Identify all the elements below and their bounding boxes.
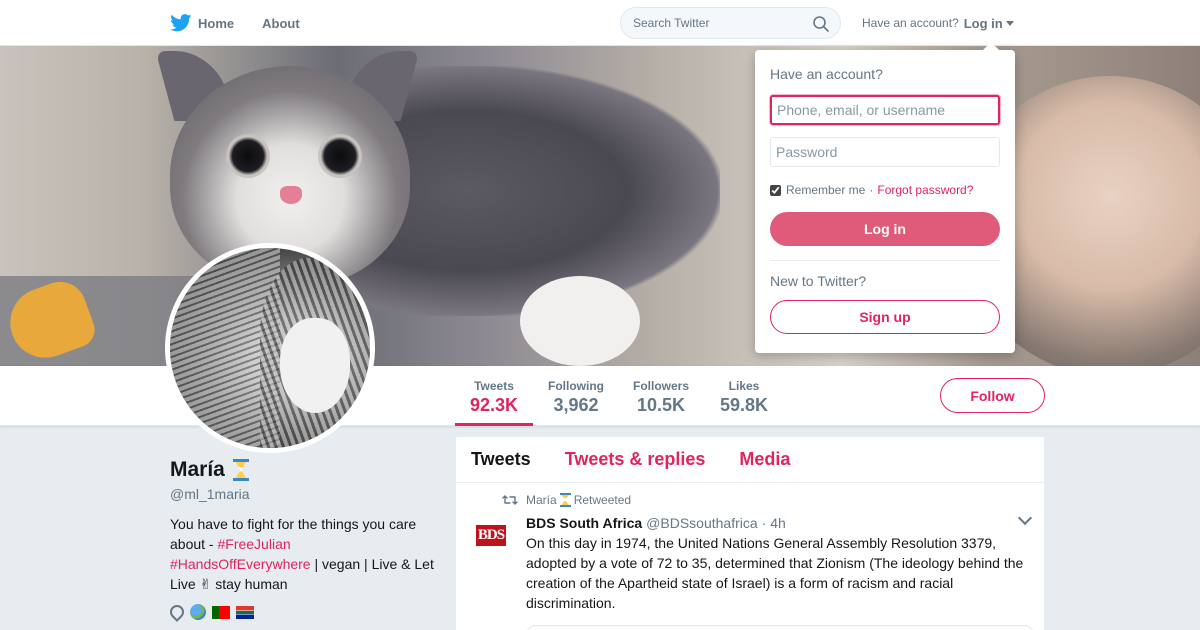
account-prompt-text: Have an account? xyxy=(862,16,959,30)
forgot-password-link[interactable]: Forgot password? xyxy=(877,183,973,197)
stat-likes[interactable]: Likes 59.8K xyxy=(712,366,776,426)
about-link[interactable]: About xyxy=(262,16,300,31)
stat-following-value: 3,962 xyxy=(553,395,599,415)
password-field[interactable] xyxy=(770,137,1000,167)
account-prompt: Have an account? Log in xyxy=(862,0,1014,46)
stat-followers-value: 10.5K xyxy=(636,395,686,415)
home-link[interactable]: Home xyxy=(170,14,234,32)
timeline: Tweets Tweets & replies Media María Retw… xyxy=(456,437,1044,630)
tweet-header: BDS South Africa @BDSsouthafrica · 4h xyxy=(526,515,1029,531)
retweet-icon xyxy=(502,495,518,505)
signup-button[interactable]: Sign up xyxy=(770,300,1000,334)
stat-tweets[interactable]: Tweets 92.3K xyxy=(455,366,533,426)
banner-cat-paw xyxy=(520,276,640,366)
follow-button[interactable]: Follow xyxy=(940,378,1045,413)
search-box[interactable] xyxy=(620,7,841,39)
stat-following[interactable]: Following 3,962 xyxy=(540,366,612,426)
profile-name-text: María xyxy=(170,458,225,481)
retweet-label: Retweeted xyxy=(573,493,632,507)
tab-tweets-and-replies[interactable]: Tweets & replies xyxy=(565,449,706,470)
profile-bio-card: María @ml_1maria You have to fight for t… xyxy=(167,458,440,622)
stat-followers[interactable]: Followers 10.5K xyxy=(626,366,696,426)
remember-me-checkbox[interactable] xyxy=(770,184,781,196)
banner-cat-eye-right xyxy=(318,134,362,178)
banner-cat-eye-left xyxy=(226,134,270,178)
hourglass-icon xyxy=(232,459,249,481)
tab-tweets[interactable]: Tweets xyxy=(471,449,531,470)
remember-me-row: Remember me · Forgot password? xyxy=(770,183,973,197)
search-icon[interactable] xyxy=(812,15,830,33)
login-link-label: Log in xyxy=(963,15,1003,31)
timeline-tabs: Tweets Tweets & replies Media xyxy=(456,437,1044,483)
twitter-bird-icon xyxy=(170,14,192,32)
login-dropdown-toggle[interactable]: Log in xyxy=(964,16,1014,31)
home-link-label: Home xyxy=(198,15,235,31)
stat-tweets-value: 92.3K xyxy=(469,395,519,415)
globe-icon xyxy=(190,604,206,620)
tweet-item[interactable]: María Retweeted BDS BDS South Africa @BD… xyxy=(456,483,1044,630)
profile-location xyxy=(167,602,440,622)
caret-down-icon xyxy=(1005,20,1014,26)
new-to-twitter-text: New to Twitter? xyxy=(770,273,867,289)
search-input[interactable] xyxy=(621,16,801,30)
remember-separator: · xyxy=(869,183,874,197)
avatar-face-shape xyxy=(280,318,350,413)
tweet-text: On this day in 1974, the United Nations … xyxy=(526,535,1024,611)
hashtag-handsoffeverywhere[interactable]: #HandsOffEverywhere xyxy=(170,556,311,572)
stat-likes-label: Likes xyxy=(728,379,760,393)
tweet-author-handle[interactable]: @BDSsouthafrica xyxy=(646,515,757,531)
avatar-photo xyxy=(170,248,370,448)
stat-following-label: Following xyxy=(548,379,604,393)
south-africa-flag-icon xyxy=(236,605,254,619)
dropdown-divider xyxy=(770,260,1000,261)
nav-left: Home About xyxy=(170,0,328,46)
hashtag-freejulian[interactable]: #FreeJulian xyxy=(217,536,290,552)
login-button[interactable]: Log in xyxy=(770,212,1000,246)
stat-likes-value: 59.8K xyxy=(719,395,769,415)
login-dropdown: Have an account? Remember me · Forgot pa… xyxy=(755,42,1015,353)
username-field[interactable] xyxy=(770,95,1000,125)
banner-cat-nose xyxy=(280,186,302,204)
portugal-flag-icon xyxy=(212,605,230,619)
remember-me-label[interactable]: Remember me xyxy=(786,183,865,197)
stat-followers-label: Followers xyxy=(632,379,689,393)
retweet-context: María Retweeted xyxy=(502,491,1029,509)
tweet-author-name[interactable]: BDS South Africa xyxy=(526,515,642,531)
stat-tweets-label: Tweets xyxy=(474,379,514,393)
login-dropdown-title: Have an account? xyxy=(770,66,883,82)
tweet-timestamp[interactable]: · 4h xyxy=(762,515,786,531)
profile-avatar[interactable] xyxy=(165,243,375,453)
profile-description: You have to fight for the things you car… xyxy=(170,514,440,594)
top-navigation-bar: Home About Have an account? Log in xyxy=(0,0,1200,46)
tweet-media-card[interactable] xyxy=(526,625,1034,630)
bio-prefix: You have to fight for the things you car… xyxy=(170,516,417,552)
retweeter-name[interactable]: María xyxy=(526,493,557,507)
profile-handle[interactable]: @ml_1maria xyxy=(170,486,440,502)
tweet-author-avatar[interactable]: BDS xyxy=(471,515,511,555)
location-pin-icon xyxy=(167,602,187,622)
bds-logo: BDS xyxy=(475,524,507,546)
tab-media[interactable]: Media xyxy=(739,449,790,470)
hourglass-icon xyxy=(559,493,571,507)
profile-name[interactable]: María xyxy=(170,458,440,482)
